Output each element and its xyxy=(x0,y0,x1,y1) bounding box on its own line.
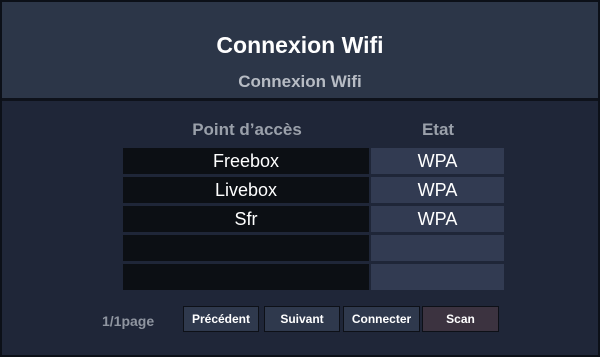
header: Connexion Wifi Connexion Wifi xyxy=(2,2,598,101)
connect-button[interactable]: Connecter xyxy=(343,306,420,332)
page-title: Connexion Wifi xyxy=(216,32,384,58)
access-point-name: Livebox xyxy=(123,177,369,203)
page-indicator: 1/1page xyxy=(102,313,155,329)
previous-button[interactable]: Précédent xyxy=(183,306,259,332)
access-point-state: WPA xyxy=(371,148,504,174)
page-subtitle: Connexion Wifi xyxy=(238,72,362,91)
access-point-name xyxy=(123,235,369,261)
column-header-access-point: Point d’accès xyxy=(192,120,302,139)
access-point-name: Freebox xyxy=(123,148,369,174)
table-row[interactable] xyxy=(123,264,504,290)
access-point-state xyxy=(371,264,504,290)
table-row[interactable]: Livebox WPA xyxy=(123,177,504,203)
column-header-state: Etat xyxy=(421,120,455,139)
access-point-state: WPA xyxy=(371,206,504,232)
scan-button[interactable]: Scan xyxy=(422,306,499,332)
table-row[interactable]: Sfr WPA xyxy=(123,206,504,232)
wifi-window: Connexion Wifi Connexion Wifi Point d’ac… xyxy=(0,0,600,357)
access-point-state: WPA xyxy=(371,177,504,203)
access-point-state xyxy=(371,235,504,261)
access-point-name xyxy=(123,264,369,290)
access-point-name: Sfr xyxy=(123,206,369,232)
table-row[interactable] xyxy=(123,235,504,261)
next-button[interactable]: Suivant xyxy=(264,306,340,332)
table-row[interactable]: Freebox WPA xyxy=(123,148,504,174)
